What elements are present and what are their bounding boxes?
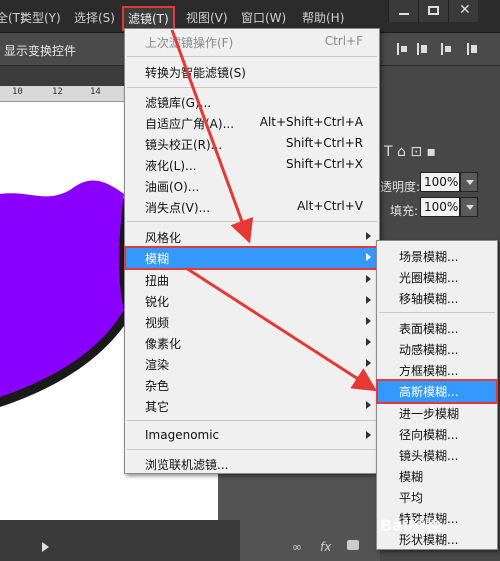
submenu-arrow-icon: [366, 296, 371, 304]
menu-item-vanishing-point[interactable]: 消失点(V)... Alt+Ctrl+V: [125, 196, 379, 217]
submenu-arrow-icon: [366, 232, 371, 240]
ruler-tick: 10: [12, 87, 23, 97]
align-icon: [397, 43, 477, 55]
ruler-tick: 14: [90, 87, 101, 97]
menu-item-video[interactable]: 视频: [125, 311, 379, 332]
close-icon: ✕: [459, 2, 471, 18]
horizontal-ruler: 10 12 14: [0, 86, 130, 102]
menu-item-sharpen[interactable]: 锐化: [125, 290, 379, 311]
menu-item-pixelate[interactable]: 像素化: [125, 332, 379, 353]
minimize-button[interactable]: [388, 0, 418, 22]
submenu-item-blur[interactable]: 模糊: [377, 465, 497, 486]
fill-dropdown-button[interactable]: [460, 197, 478, 217]
minimize-icon: [399, 13, 409, 15]
submenu-item-blur-more[interactable]: 进一步模糊: [377, 402, 497, 423]
close-button[interactable]: ✕: [448, 0, 478, 22]
filter-menu: 上次滤镜操作(F) Ctrl+F 转换为智能滤镜(S) 滤镜库(G)... 自适应…: [124, 28, 380, 474]
menu-item-imagenomic[interactable]: Imagenomic: [125, 425, 379, 446]
menu-item-filter-gallery[interactable]: 滤镜库(G)...: [125, 91, 379, 112]
maximize-icon: [428, 6, 439, 15]
menu-separator: [127, 87, 377, 88]
watermark: Bai经验: [380, 516, 441, 535]
menu-item-noise[interactable]: 杂色: [125, 374, 379, 395]
blur-submenu: 场景模糊... 光圈模糊... 移轴模糊... 表面模糊... 动感模糊... …: [376, 240, 498, 550]
submenu-item-lens-blur[interactable]: 镜头模糊...: [377, 444, 497, 465]
maximize-button[interactable]: [418, 0, 448, 22]
opacity-input[interactable]: 100%: [420, 172, 460, 192]
submenu-arrow-icon: [366, 253, 371, 261]
menu-item-render[interactable]: 渲染: [125, 353, 379, 374]
submenu-item-gaussian-blur[interactable]: 高斯模糊...: [376, 379, 498, 404]
opacity-dropdown-button[interactable]: [460, 172, 478, 192]
layer-filter-icons[interactable]: T ⌂ ⊡ ▪: [384, 144, 436, 160]
menu-help[interactable]: 帮助(H): [302, 9, 344, 26]
play-icon[interactable]: [42, 542, 49, 552]
submenu-arrow-icon: [366, 359, 371, 367]
submenu-arrow-icon: [366, 401, 371, 409]
chevron-down-icon: [466, 180, 474, 185]
submenu-arrow-icon: [366, 317, 371, 325]
menu-item-convert-smart-filter[interactable]: 转换为智能滤镜(S): [125, 61, 379, 82]
menu-item-distort[interactable]: 扭曲: [125, 269, 379, 290]
menu-item-last-filter[interactable]: 上次滤镜操作(F) Ctrl+F: [125, 31, 379, 52]
submenu-arrow-icon: [366, 380, 371, 388]
menu-item-blur[interactable]: 模糊: [124, 246, 380, 270]
menu-separator: [127, 221, 377, 222]
menu-separator: [127, 56, 377, 57]
submenu-item-surface-blur[interactable]: 表面模糊...: [377, 317, 497, 338]
submenu-arrow-icon: [366, 275, 371, 283]
menu-select[interactable]: 选择(S): [74, 9, 115, 26]
submenu-item-motion-blur[interactable]: 动感模糊...: [377, 338, 497, 359]
menu-item-oil-paint[interactable]: 油画(O)...: [125, 175, 379, 196]
menu-item-adaptive-wide-angle[interactable]: 自适应广角(A)... Alt+Shift+Ctrl+A: [125, 112, 379, 133]
submenu-item-iris-blur[interactable]: 光圈模糊...: [377, 266, 497, 287]
menu-separator: [379, 312, 495, 313]
submenu-arrow-icon: [366, 338, 371, 346]
opacity-label: 透明度:: [380, 180, 421, 194]
show-transform-controls-label[interactable]: 显示变换控件: [4, 42, 76, 59]
ruler-tick: 12: [52, 87, 63, 97]
menu-item-liquify[interactable]: 液化(L)... Shift+Ctrl+X: [125, 154, 379, 175]
menu-type[interactable]: 类型(Y): [20, 9, 61, 26]
layer-effects-icon[interactable]: fx: [320, 540, 331, 554]
menu-view[interactable]: 视图(V): [186, 9, 228, 26]
submenu-item-average[interactable]: 平均: [377, 486, 497, 507]
menu-separator: [127, 420, 377, 421]
menu-item-lens-correction[interactable]: 镜头校正(R)... Shift+Ctrl+R: [125, 133, 379, 154]
link-layers-icon[interactable]: ∞: [292, 540, 302, 554]
fill-label: 填充:: [390, 204, 419, 218]
submenu-arrow-icon: [366, 431, 371, 439]
menu-item-browse-filters-online[interactable]: 浏览联机滤镜...: [125, 453, 379, 474]
canvas-footer: [0, 520, 240, 561]
layer-mask-icon[interactable]: [347, 540, 359, 550]
menu-item-other[interactable]: 其它: [125, 395, 379, 416]
align-icons[interactable]: [395, 41, 485, 57]
menu-window[interactable]: 窗口(W): [241, 9, 286, 26]
submenu-item-tilt-shift[interactable]: 移轴模糊...: [377, 287, 497, 308]
menu-item-stylize[interactable]: 风格化: [125, 226, 379, 247]
fill-input[interactable]: 100%: [420, 197, 460, 217]
chevron-down-icon: [466, 205, 474, 210]
menu-separator: [127, 449, 377, 450]
submenu-item-box-blur[interactable]: 方框模糊...: [377, 359, 497, 380]
submenu-item-radial-blur[interactable]: 径向模糊...: [377, 423, 497, 444]
submenu-item-field-blur[interactable]: 场景模糊...: [377, 245, 497, 266]
